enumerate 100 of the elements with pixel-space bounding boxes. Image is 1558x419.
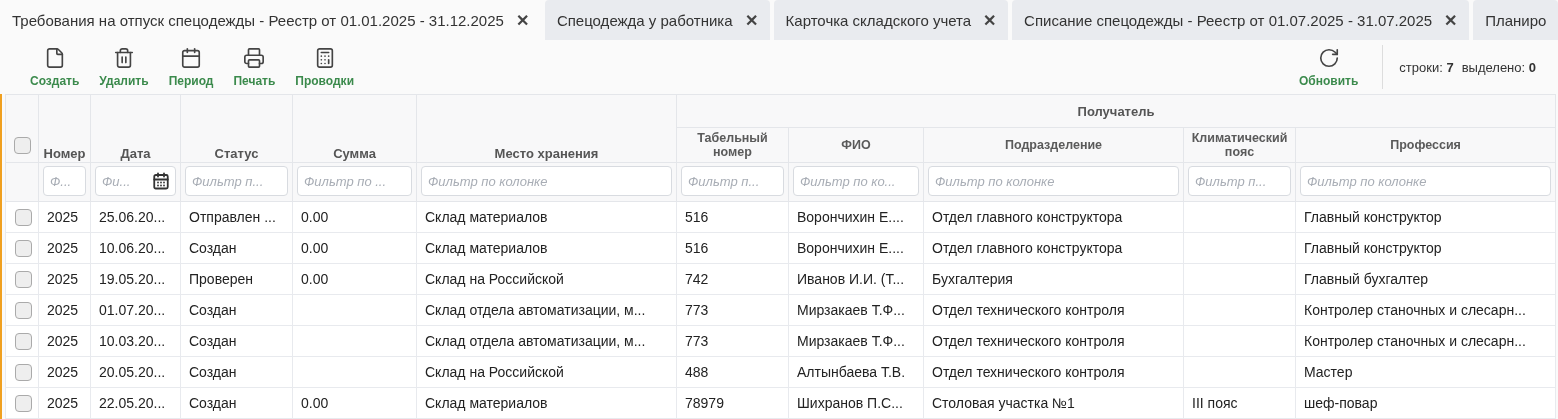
table-cell: Склад материалов [425, 240, 548, 256]
table-cell: 01.07.20... [99, 302, 166, 318]
table-cell: Главный конструктор [1304, 240, 1442, 256]
close-button[interactable]: ✕ [515, 10, 529, 30]
filter-field[interactable]: Фильтр по колонке [421, 166, 672, 196]
table-cell: Создан [189, 302, 237, 318]
table-cell: Ворончихин Е.... [797, 209, 904, 225]
filter-field[interactable]: Фильтр п... [681, 166, 784, 196]
table-cell: Иванов И.И. (Т... [797, 271, 905, 287]
table-cell: 2025 [47, 209, 79, 225]
table-cell: Отдел главного конструктора [932, 209, 1123, 225]
toolbar-button[interactable]: Создать [20, 46, 90, 88]
table-cell: Ворончихин Е.... [797, 240, 904, 256]
filter-field[interactable]: Фи... [95, 166, 176, 196]
column-header: Место хранения [494, 146, 599, 161]
trash-icon [113, 46, 135, 69]
tab[interactable]: Спецодежда у работника ✕ [544, 0, 770, 40]
table-cell: 0.00 [301, 240, 329, 256]
table-cell: 2025 [47, 302, 79, 318]
filter-field[interactable]: Фильтр по колонке [1300, 166, 1552, 196]
column-header: Подразделение [1004, 138, 1103, 152]
table-cell: 78979 [685, 395, 724, 411]
table-cell: 0.00 [301, 209, 329, 225]
table-cell: Шихранов П.С... [797, 395, 903, 411]
row-checkbox[interactable] [15, 208, 32, 226]
close-button[interactable]: ✕ [1444, 10, 1458, 30]
column-header: Сумма [333, 146, 376, 161]
column-header: Климатический пояс [1191, 131, 1288, 159]
table-cell: 25.06.20... [99, 209, 166, 225]
table-cell: 2025 [47, 240, 79, 256]
row-checkbox[interactable] [15, 332, 32, 350]
row-checkbox[interactable] [15, 239, 32, 257]
table-cell: 0.00 [301, 395, 329, 411]
row-checkbox[interactable] [15, 394, 32, 412]
close-button[interactable]: ✕ [744, 10, 758, 30]
table-cell: 773 [685, 302, 709, 318]
row-checkbox[interactable] [15, 301, 32, 319]
row-checkbox[interactable] [15, 270, 32, 288]
table-cell: 516 [685, 209, 709, 225]
table-cell: Бухгалтерия [932, 271, 1013, 287]
filter-field[interactable]: Ф... [43, 166, 86, 196]
selected-count: выделено: 0 [1461, 59, 1536, 75]
table-cell: Создан [189, 333, 237, 349]
table-cell: 2025 [47, 395, 79, 411]
table-cell: Мастер [1304, 364, 1353, 380]
row-count: строки: 7 [1399, 59, 1454, 75]
table-cell: 773 [685, 333, 709, 349]
table-cell: 488 [685, 364, 709, 380]
table-cell: 20.05.20... [99, 364, 166, 380]
table-cell: Мирзакаев Т.Ф... [797, 333, 905, 349]
group-header: Получатель [1077, 103, 1155, 119]
filter-field[interactable]: Фильтр по колонке [928, 166, 1179, 196]
table-cell: 516 [685, 240, 709, 256]
table-cell: Склад материалов [425, 209, 548, 225]
column-header: Номер [43, 146, 86, 161]
calendar-icon[interactable] [152, 172, 170, 190]
calendar-icon [180, 46, 202, 69]
column-header: Статус [214, 146, 259, 161]
table-cell: Склад на Российской [425, 364, 564, 380]
table-cell: Склад отдела автоматизации, м... [425, 333, 646, 349]
filter-field[interactable]: Фильтр п... [185, 166, 288, 196]
table-cell: Контролер станочных и слесарн... [1304, 333, 1526, 349]
table-cell: 10.03.20... [99, 333, 166, 349]
toolbar-button[interactable]: Период [158, 46, 224, 88]
tab[interactable]: Списание спецодежды - Реестр от 01.07.2025 - 31.07.2025 ✕ [1012, 0, 1470, 40]
table-cell: Отдел главного конструктора [932, 240, 1123, 256]
table-cell: Главный конструктор [1304, 209, 1442, 225]
column-header: Профессия [1390, 138, 1461, 152]
toolbar-button[interactable]: Удалить [89, 46, 159, 88]
table-cell: 19.05.20... [99, 271, 166, 287]
table-cell: Склад на Российской [425, 271, 564, 287]
refresh-button[interactable]: Обновить [1289, 46, 1369, 88]
table-cell: Склад отдела автоматизации, м... [425, 302, 646, 318]
table-cell: Столовая участка №1 [932, 395, 1075, 411]
table-cell: Контролер станочных и слесарн... [1304, 302, 1526, 318]
table-cell: Отправлен ... [189, 209, 276, 225]
refresh-icon [1317, 46, 1340, 69]
table-cell: Создан [189, 395, 237, 411]
filter-field[interactable]: Фильтр по ... [297, 166, 412, 196]
toolbar-button[interactable]: Проводки [285, 46, 364, 88]
row-checkbox[interactable] [15, 363, 32, 381]
close-button[interactable]: ✕ [983, 10, 997, 30]
filter-field[interactable]: Фильтр п... [1188, 166, 1291, 196]
tab[interactable]: Карточка складского учета ✕ [773, 0, 1009, 40]
table-cell: Создан [189, 240, 237, 256]
tab[interactable]: Планиро [1473, 0, 1558, 40]
table-cell: 2025 [47, 271, 79, 287]
table-cell: 10.06.20... [99, 240, 166, 256]
table-cell: шеф-повар [1304, 395, 1378, 411]
table-cell: Склад материалов [425, 395, 548, 411]
select-all-checkbox[interactable] [13, 137, 31, 154]
toolbar-button[interactable]: Печать [223, 46, 286, 88]
table-cell: III пояс [1192, 395, 1238, 411]
table-cell: Проверен [189, 271, 253, 287]
table-cell: Отдел технического контроля [932, 333, 1125, 349]
filter-field[interactable]: Фильтр по ко... [793, 166, 919, 196]
table-cell: Алтынбаева Т.В. [797, 364, 906, 380]
column-header: Табельный номер [697, 131, 768, 159]
column-header: ФИО [841, 138, 871, 152]
table-cell: Главный бухгалтер [1304, 271, 1428, 287]
